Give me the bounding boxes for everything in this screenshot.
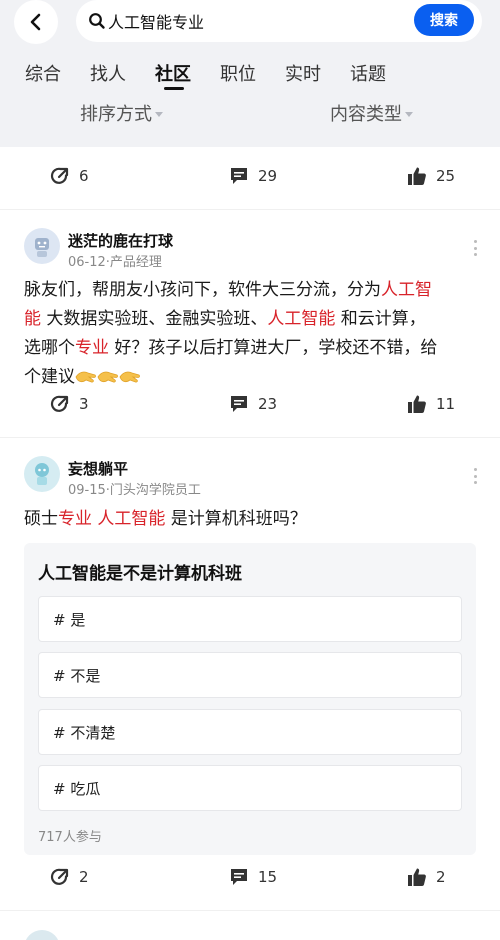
tab-people[interactable]: 找人 <box>90 60 126 86</box>
post-divider <box>0 910 500 911</box>
share-count: 3 <box>79 395 89 413</box>
tab-bar: 综合 找人 社区 职位 实时 话题 <box>0 60 500 90</box>
like-icon <box>408 868 426 886</box>
robot-avatar-icon <box>35 463 49 485</box>
caret-down-icon <box>405 112 413 117</box>
like-icon <box>408 167 426 185</box>
poll-option[interactable]: # 是 <box>38 596 462 642</box>
poll-option[interactable]: # 不是 <box>38 652 462 698</box>
poll-title: 人工智能是不是计算机科班 <box>38 564 242 584</box>
comment-icon <box>231 869 247 885</box>
comment-icon <box>231 168 247 184</box>
author-name[interactable]: 迷茫的鹿在打球 <box>68 230 173 251</box>
like-button[interactable]: 2 <box>407 867 446 887</box>
post-text-segment: 硕士 <box>24 509 58 529</box>
avatar[interactable] <box>24 228 60 264</box>
comment-button[interactable]: 15 <box>229 867 277 887</box>
post-divider <box>0 437 500 438</box>
like-button[interactable]: 25 <box>407 166 455 186</box>
post-text-segment: 是计算机科班吗？ <box>165 509 307 529</box>
avatar[interactable] <box>24 456 60 492</box>
post-text-segment: 和云计算， <box>335 309 426 329</box>
keyword-highlight: 人工智能 <box>97 509 166 529</box>
post-text-segment: 脉友们，帮朋友小孩问下，软件大三分流，分为 <box>24 280 381 300</box>
share-button[interactable]: 2 <box>50 867 89 887</box>
share-button[interactable]: 6 <box>50 166 89 186</box>
search-button[interactable]: 搜索 <box>414 4 474 36</box>
clap-emoji-icon <box>119 371 140 383</box>
post-text[interactable]: 脉友们，帮朋友小孩问下，软件大三分流，分为人工智 能 大数据实验班、金融实验班、… <box>24 276 480 392</box>
back-arrow-icon <box>30 13 41 31</box>
post-text-segment: 选哪个 <box>24 338 75 358</box>
comment-count: 23 <box>258 395 278 413</box>
share-icon <box>50 167 69 184</box>
tab-community[interactable]: 社区 <box>155 60 191 86</box>
next-post-preview <box>0 920 500 940</box>
tab-topics[interactable]: 话题 <box>350 60 386 86</box>
post-text-segment: 大数据实验班、金融实验班、 <box>41 309 268 329</box>
share-count: 6 <box>79 167 89 185</box>
search-bar: 搜索 <box>76 0 482 42</box>
content-type-filter[interactable]: 内容类型 <box>330 100 413 126</box>
poll-participant-count: 717人参与 <box>38 830 102 845</box>
like-count: 25 <box>436 167 456 185</box>
keyword-highlight: 能 <box>24 309 41 329</box>
caret-down-icon <box>155 112 163 117</box>
clap-emoji-icon <box>75 371 96 383</box>
like-button[interactable]: 11 <box>407 394 455 414</box>
share-icon <box>50 868 69 885</box>
share-icon <box>50 395 69 412</box>
poll-option[interactable]: # 吃瓜 <box>38 765 462 811</box>
post-text-segment: 好？孩子以后打算进大厂，学校还不错，给 <box>109 338 438 358</box>
clap-emoji-icon <box>97 371 118 383</box>
comment-count: 29 <box>258 167 278 185</box>
comment-count: 15 <box>258 868 278 886</box>
author-meta: 06-12·产品经理 <box>68 255 162 270</box>
post-text-segment: 个建议 <box>24 367 75 387</box>
filter-bar: 排序方式 内容类型 <box>0 100 500 130</box>
content-type-filter-label: 内容类型 <box>330 104 402 125</box>
tab-jobs[interactable]: 职位 <box>220 60 256 86</box>
author-meta: 09-15·门头沟学院员工 <box>68 483 201 498</box>
sort-filter-label: 排序方式 <box>80 104 152 125</box>
post-actions: 2 15 2 <box>0 867 500 897</box>
search-input[interactable] <box>108 8 408 34</box>
search-icon <box>89 13 105 29</box>
poll-card: 人工智能是不是计算机科班 # 是 # 不是 # 不清楚 # 吃瓜 717人参与 <box>24 543 476 855</box>
search-header: 搜索 综合 找人 社区 职位 实时 话题 排序方式 内容类型 <box>0 0 500 147</box>
post-actions: 6 29 25 <box>0 166 500 196</box>
keyword-highlight: 人工智 <box>381 280 432 300</box>
like-icon <box>408 395 426 413</box>
keyword-highlight: 专业 <box>58 509 92 529</box>
share-button[interactable]: 3 <box>50 394 89 414</box>
avatar[interactable] <box>24 930 60 940</box>
post-actions: 3 23 11 <box>0 394 500 424</box>
robot-avatar-icon <box>35 238 49 257</box>
active-tab-indicator <box>164 87 184 90</box>
like-count: 11 <box>436 395 456 413</box>
tab-realtime[interactable]: 实时 <box>285 60 321 86</box>
keyword-highlight: 专业 <box>75 338 109 358</box>
post-text[interactable]: 硕士专业 人工智能 是计算机科班吗？ <box>24 505 480 534</box>
comment-button[interactable]: 29 <box>229 166 277 186</box>
comment-icon <box>231 396 247 412</box>
poll-option[interactable]: # 不清楚 <box>38 709 462 755</box>
more-icon[interactable] <box>474 240 478 256</box>
post-divider <box>0 209 500 210</box>
share-count: 2 <box>79 868 89 886</box>
back-button[interactable] <box>14 0 58 44</box>
more-icon[interactable] <box>474 468 478 484</box>
keyword-highlight: 人工智能 <box>267 309 336 329</box>
clap-emoji-group <box>75 369 141 385</box>
tab-general[interactable]: 综合 <box>25 60 61 86</box>
sort-filter[interactable]: 排序方式 <box>80 100 163 126</box>
like-count: 2 <box>436 868 446 886</box>
comment-button[interactable]: 23 <box>229 394 277 414</box>
author-name[interactable]: 妄想躺平 <box>68 458 128 479</box>
